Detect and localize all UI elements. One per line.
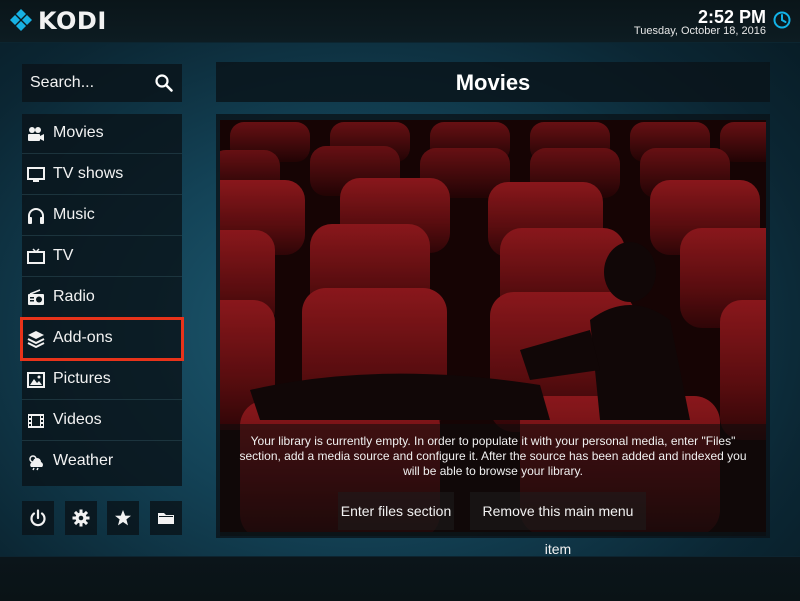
kodi-logo[interactable]: KODI (8, 7, 107, 35)
menu-label: TV shows (53, 165, 124, 182)
power-button[interactable] (22, 501, 54, 535)
clock-icon (773, 11, 791, 29)
addons-icon (27, 331, 45, 348)
menu-label: TV (53, 247, 74, 264)
menu-item-add-ons[interactable]: Add-ons (20, 317, 184, 361)
radio-icon (28, 289, 44, 305)
tv-shows-icon (27, 167, 45, 182)
clock-date: Tuesday, October 18, 2016 (633, 25, 766, 37)
power-icon (30, 509, 46, 527)
menu-item-tv[interactable]: TV (22, 237, 182, 277)
menu-item-radio[interactable]: Radio (22, 278, 182, 318)
enter-files-section-button[interactable]: Enter files section (338, 492, 454, 530)
favourites-icon (115, 510, 131, 526)
movies-icon (28, 127, 44, 141)
folder-icon (158, 513, 174, 524)
page-title: Movies (455, 70, 531, 95)
top-bar: KODI 2:52 PM Tuesday, October 18, 2016 (0, 0, 800, 43)
menu-item-music[interactable]: Music (22, 196, 182, 236)
menu-label: Music (53, 206, 95, 223)
menu-label: Videos (53, 411, 102, 428)
empty-library-message: Your library is currently empty. In orde… (239, 434, 747, 478)
weather-icon (29, 455, 43, 471)
menu-label: Add-ons (53, 329, 113, 346)
menu-label: Radio (53, 288, 95, 305)
menu-item-tv-shows[interactable]: TV shows (22, 155, 182, 195)
remove-menu-item-button[interactable]: Remove this main menu item (470, 492, 646, 557)
search-icon (155, 74, 173, 92)
pictures-icon (27, 372, 45, 388)
search-button[interactable]: Search... (22, 64, 182, 102)
menu-item-pictures[interactable]: Pictures (22, 360, 182, 400)
videos-icon (28, 414, 44, 428)
menu-item-movies[interactable]: Movies (22, 114, 182, 154)
empty-library-overlay: Your library is currently empty. In orde… (220, 424, 766, 557)
settings-button[interactable] (65, 501, 97, 535)
favourites-button[interactable] (107, 501, 139, 535)
file-manager-button[interactable] (150, 501, 182, 535)
app-name: KODI (38, 7, 107, 35)
headphones-icon (28, 208, 44, 224)
menu-item-videos[interactable]: Videos (22, 401, 182, 441)
menu-item-weather[interactable]: Weather (22, 442, 182, 482)
settings-icon (72, 509, 90, 527)
bottom-bar (0, 556, 800, 601)
menu-label: Pictures (53, 370, 111, 387)
section-title-bar: Movies (216, 62, 770, 102)
tv-icon (27, 248, 45, 264)
kodi-logo-icon (10, 9, 32, 31)
main-menu: Movies TV shows Music TV Radio Add-ons P… (20, 114, 184, 486)
menu-label: Movies (53, 124, 104, 141)
menu-label: Weather (53, 452, 114, 469)
search-label: Search... (30, 74, 95, 91)
